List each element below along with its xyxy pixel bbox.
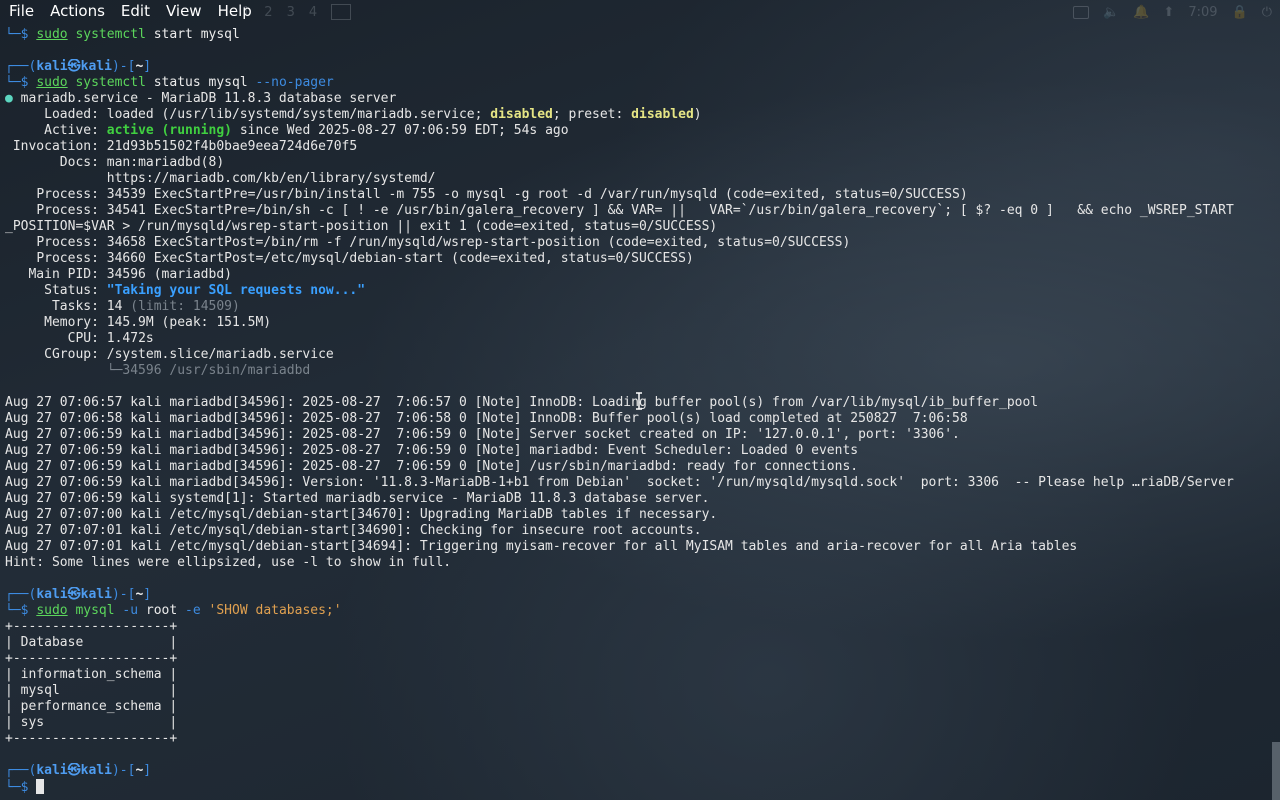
table-row: | information_schema |	[5, 667, 178, 682]
log-line: Aug 27 07:07:01 kali /etc/mysql/debian-s…	[5, 539, 1078, 554]
menu-help[interactable]: Help	[209, 0, 259, 22]
terminal-scrollbar[interactable]	[1272, 742, 1280, 800]
prompt-line-3: ┌──(kali㉿kali)-[~]	[5, 763, 152, 778]
table-border-bottom: +--------------------+	[5, 731, 178, 746]
status-process-1: Process: 34539 ExecStartPre=/usr/bin/ins…	[36, 187, 968, 202]
command-line-1: └─$ sudo systemctl start mysql	[5, 27, 240, 42]
status-invocation: Invocation: 21d93b51502f4b0bae9eea724d6e…	[12, 139, 358, 154]
status-loaded: Loaded: loaded (/usr/lib/systemd/system/…	[44, 107, 702, 122]
menu-actions[interactable]: Actions	[41, 0, 112, 22]
status-tasks: Tasks: 14 (limit: 14509)	[51, 299, 240, 314]
log-line: Aug 27 07:07:00 kali /etc/mysql/debian-s…	[5, 507, 718, 522]
command-line-2: └─$ sudo systemctl status mysql --no-pag…	[5, 75, 334, 90]
status-active: Active: active (running) since Wed 2025-…	[44, 123, 569, 138]
command-line-3: └─$ sudo mysql -u root -e 'SHOW database…	[5, 603, 342, 618]
status-main-pid: Main PID: 34596 (mariadbd)	[28, 267, 232, 282]
status-cgroup-child: └─34596 /usr/sbin/mariadbd	[106, 363, 311, 378]
log-line: Aug 27 07:06:59 kali systemd[1]: Started…	[5, 491, 710, 506]
menu-edit[interactable]: Edit	[112, 0, 157, 22]
log-line: Aug 27 07:06:58 kali mariadbd[34596]: 20…	[5, 411, 968, 426]
status-process-2-cont: _POSITION=$VAR > /run/mysqld/wsrep-start…	[5, 219, 718, 234]
status-process-2: Process: 34541 ExecStartPre=/bin/sh -c […	[36, 203, 1234, 218]
status-status: Status: "Taking your SQL requests now...…	[44, 283, 366, 298]
log-line: Aug 27 07:06:59 kali mariadbd[34596]: Ve…	[5, 475, 1234, 490]
log-line: Aug 27 07:07:01 kali /etc/mysql/debian-s…	[5, 523, 702, 538]
terminal-output[interactable]: └─$ sudo systemctl start mysql ┌──(kali㉿…	[5, 27, 1271, 795]
table-header: | Database |	[5, 635, 178, 650]
table-border-top: +--------------------+	[5, 619, 178, 634]
log-line: Aug 27 07:06:59 kali mariadbd[34596]: 20…	[5, 443, 859, 458]
status-docs-url: https://mariadb.com/kb/en/library/system…	[106, 171, 436, 186]
table-row: | mysql |	[5, 683, 178, 698]
service-header: ● mariadb.service - MariaDB 11.8.3 datab…	[5, 91, 397, 106]
menu-view[interactable]: View	[157, 0, 209, 22]
input-line[interactable]: └─$	[5, 779, 1271, 795]
prompt-line-2: ┌──(kali㉿kali)-[~]	[5, 587, 152, 602]
menu-file[interactable]: File	[0, 0, 41, 22]
hint-line: Hint: Some lines were ellipsized, use -l…	[5, 555, 452, 570]
table-row: | performance_schema |	[5, 699, 178, 714]
status-process-4: Process: 34660 ExecStartPost=/etc/mysql/…	[36, 251, 694, 266]
text-cursor	[36, 779, 45, 794]
terminal-menubar: File Actions Edit View Help	[0, 0, 1280, 22]
log-line: Aug 27 07:06:59 kali mariadbd[34596]: 20…	[5, 459, 859, 474]
status-memory: Memory: 145.9M (peak: 151.5M)	[44, 315, 272, 330]
status-cpu: CPU: 1.472s	[67, 331, 154, 346]
ibeam-pointer-icon	[636, 392, 642, 410]
status-cgroup: CGroup: /system.slice/mariadb.service	[44, 347, 334, 362]
table-row: | sys |	[5, 715, 178, 730]
table-border-mid: +--------------------+	[5, 651, 178, 666]
prompt-line-1: ┌──(kali㉿kali)-[~]	[5, 59, 152, 74]
status-process-3: Process: 34658 ExecStartPost=/bin/rm -f …	[36, 235, 851, 250]
log-line: Aug 27 07:06:59 kali mariadbd[34596]: 20…	[5, 427, 960, 442]
status-docs: Docs: man:mariadbd(8)	[59, 155, 225, 170]
